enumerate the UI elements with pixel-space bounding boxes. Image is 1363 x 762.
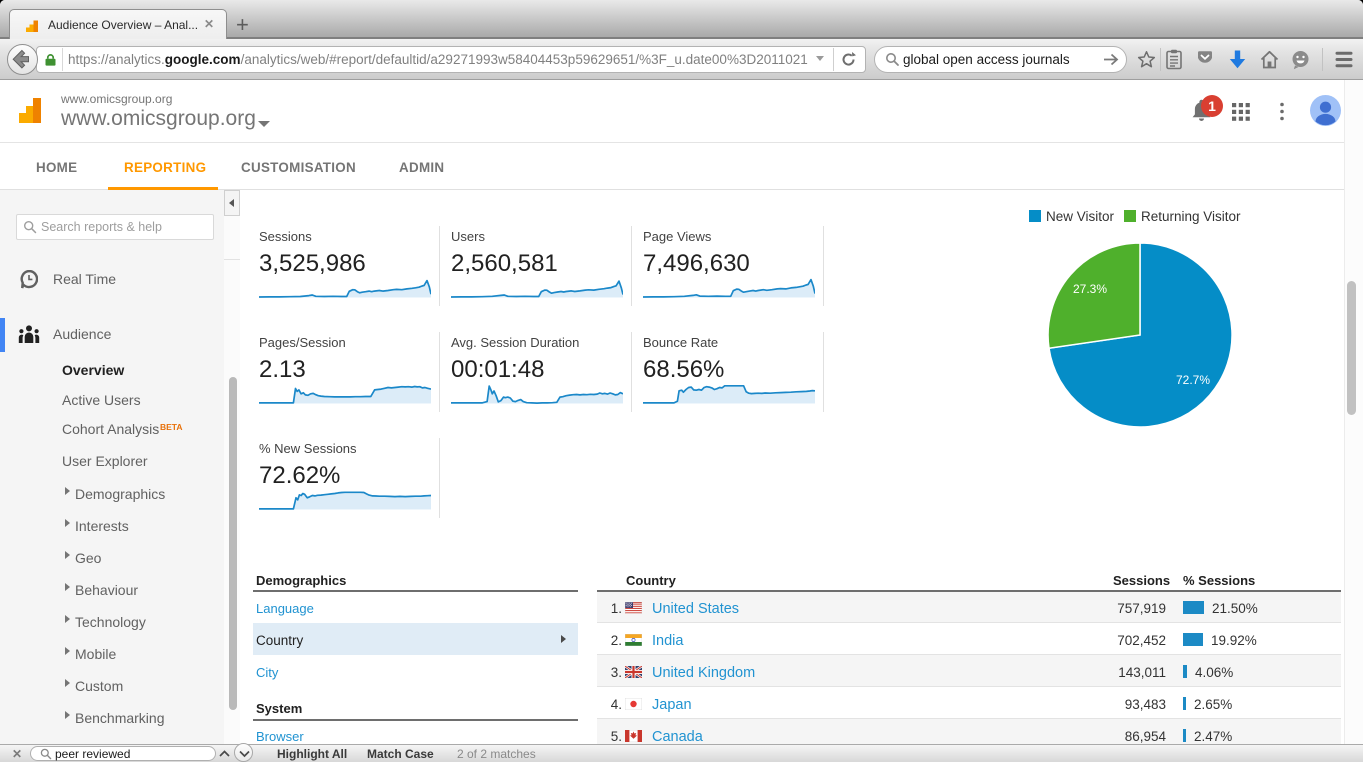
svg-text:72.7%: 72.7%	[1176, 373, 1210, 387]
svg-text:27.3%: 27.3%	[1073, 282, 1107, 296]
